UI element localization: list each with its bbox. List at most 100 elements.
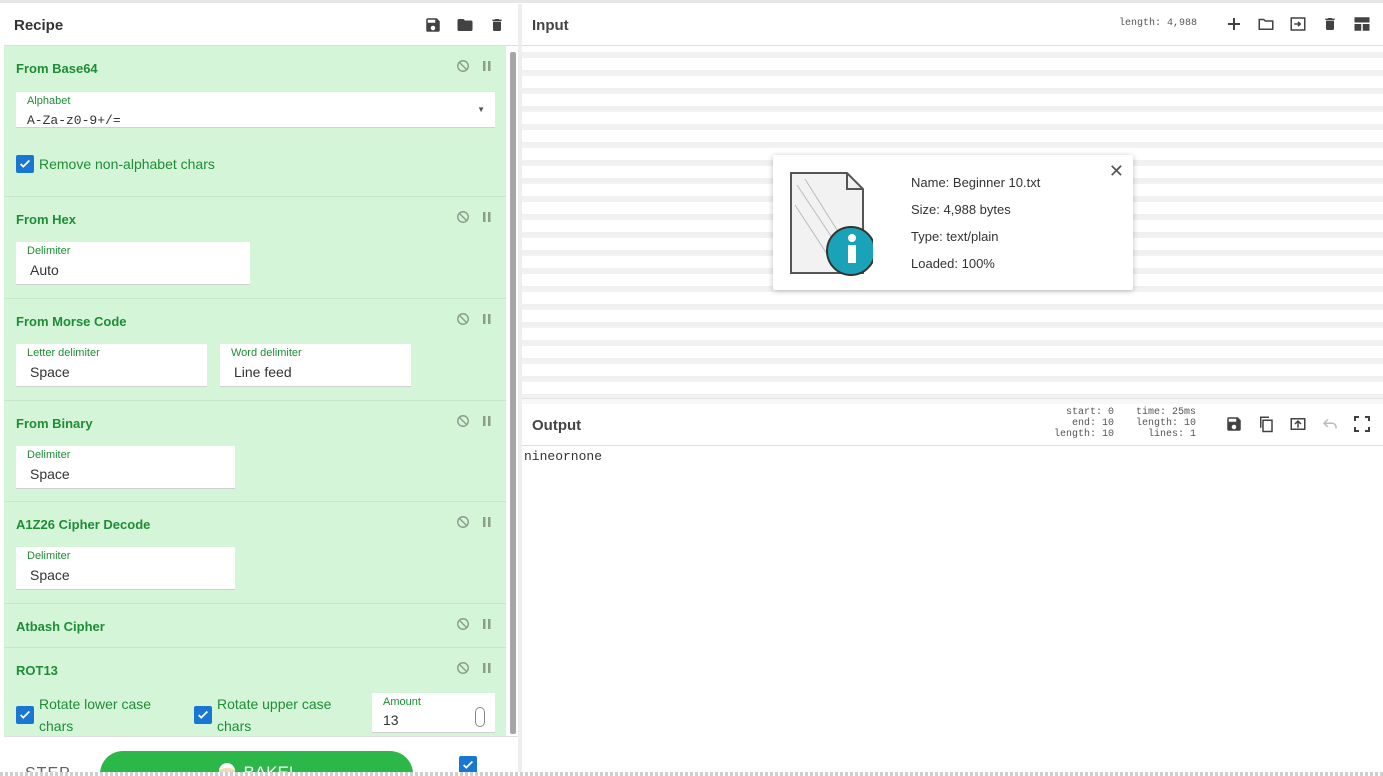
rotate-upper-checkbox[interactable] xyxy=(194,706,212,724)
disable-icon[interactable] xyxy=(456,661,470,680)
disable-icon[interactable] xyxy=(456,617,470,636)
output-bake-stats: time: 25ms length: 10 lines: 1 xyxy=(1124,407,1196,440)
input-header: Input length: 4,988 xyxy=(522,4,1383,46)
op-a1z26-cipher-decode[interactable]: A1Z26 Cipher Decode Delimiter Space xyxy=(4,502,506,604)
reset-layout-icon[interactable] xyxy=(1351,13,1373,35)
output-start: start: 0 xyxy=(1065,407,1114,418)
file-loaded: Loaded: 100% xyxy=(911,256,995,271)
breakpoint-icon[interactable] xyxy=(482,312,492,331)
field-label: Letter delimiter xyxy=(27,347,100,359)
load-recipe-icon[interactable] xyxy=(454,14,476,36)
field-label: Word delimiter xyxy=(231,347,302,359)
open-file-icon[interactable] xyxy=(1287,13,1309,35)
op-title: Atbash Cipher xyxy=(16,619,105,634)
word-delimiter-select[interactable]: Word delimiter Line feed xyxy=(220,344,411,387)
file-info-icon xyxy=(785,165,876,280)
op-title: ROT13 xyxy=(16,663,58,678)
op-from-binary[interactable]: From Binary Delimiter Space xyxy=(4,401,506,502)
copy-icon[interactable] xyxy=(1255,413,1277,435)
op-title: From Base64 xyxy=(16,61,98,76)
op-title: From Hex xyxy=(16,212,76,227)
op-from-morse-code[interactable]: From Morse Code Letter delimiter Space W… xyxy=(4,299,506,401)
dropdown-arrow-icon: ▼ xyxy=(477,105,485,114)
disable-icon[interactable] xyxy=(456,59,470,78)
add-tab-icon[interactable] xyxy=(1223,13,1245,35)
bake-bar: STEP BAKE! xyxy=(4,736,518,776)
undo-icon[interactable] xyxy=(1319,413,1341,435)
output-text[interactable]: nineornone xyxy=(524,449,602,464)
field-label: Amount xyxy=(383,696,421,708)
close-icon[interactable]: ✕ xyxy=(1109,161,1124,182)
field-value: Space xyxy=(30,364,70,380)
input-title: Input xyxy=(532,17,569,34)
recipe-scrollbar[interactable] xyxy=(510,52,516,734)
disable-icon[interactable] xyxy=(456,414,470,433)
op-rot13[interactable]: ROT13 Rotate lower case chars Rotate upp… xyxy=(4,648,506,736)
stepper-icon[interactable] xyxy=(475,707,485,727)
breakpoint-icon[interactable] xyxy=(482,515,492,534)
op-from-base64[interactable]: From Base64 Alphabet A-Za-z0-9+/= ▼ Remo… xyxy=(4,46,506,197)
checkbox-label: Remove non-alphabet chars xyxy=(39,156,215,172)
file-name: Name: Beginner 10.txt xyxy=(911,175,1041,190)
breakpoint-icon[interactable] xyxy=(482,661,492,680)
clear-recipe-icon[interactable] xyxy=(486,14,508,36)
op-title: A1Z26 Cipher Decode xyxy=(16,517,151,532)
disable-icon[interactable] xyxy=(456,515,470,534)
recipe-pane: Recipe From Base64 Alphabet A-Za-z0-9+/=… xyxy=(4,4,518,776)
field-label: Delimiter xyxy=(27,245,71,257)
disable-icon[interactable] xyxy=(456,210,470,229)
top-border xyxy=(0,0,1383,3)
field-value: 13 xyxy=(383,712,399,728)
letter-delimiter-select[interactable]: Letter delimiter Space xyxy=(16,344,207,387)
disable-icon[interactable] xyxy=(456,312,470,331)
alphabet-select[interactable]: Alphabet A-Za-z0-9+/= ▼ xyxy=(16,92,495,128)
op-controls xyxy=(456,617,492,636)
input-toolbar xyxy=(1223,13,1373,35)
op-atbash-cipher[interactable]: Atbash Cipher xyxy=(4,604,506,648)
output-lines: lines: 1 xyxy=(1147,429,1196,440)
maximize-icon[interactable] xyxy=(1351,413,1373,435)
breakpoint-icon[interactable] xyxy=(482,617,492,636)
breakpoint-icon[interactable] xyxy=(482,414,492,433)
output-title: Output xyxy=(532,417,582,434)
breakpoint-icon[interactable] xyxy=(482,210,492,229)
replace-input-icon[interactable] xyxy=(1287,413,1309,435)
remove-non-alphabet-checkbox[interactable] xyxy=(16,155,34,173)
bottom-border xyxy=(0,772,1383,776)
output-length: length: 10 xyxy=(1053,429,1114,440)
file-type: Type: text/plain xyxy=(911,229,999,244)
output-selection-stats: start: 0 end: 10 length: 10 xyxy=(1042,407,1114,440)
breakpoint-icon[interactable] xyxy=(482,59,492,78)
field-label: Alphabet xyxy=(27,95,71,107)
output-total-length: length: 10 xyxy=(1135,418,1196,429)
save-output-icon[interactable] xyxy=(1223,413,1245,435)
rotate-lower-checkbox[interactable] xyxy=(16,706,34,724)
op-controls xyxy=(456,59,492,78)
recipe-list: From Base64 Alphabet A-Za-z0-9+/= ▼ Remo… xyxy=(4,46,506,736)
file-size: Size: 4,988 bytes xyxy=(911,202,1011,217)
open-folder-icon[interactable] xyxy=(1255,13,1277,35)
output-header: Output start: 0 end: 10 length: 10 time:… xyxy=(522,404,1383,446)
input-length: length: 4,988 xyxy=(1118,18,1197,29)
amount-input[interactable]: Amount 13 xyxy=(372,693,495,733)
field-value: Line feed xyxy=(234,364,292,380)
delimiter-select[interactable]: Delimiter Space xyxy=(16,547,235,590)
field-label: Delimiter xyxy=(27,550,71,562)
field-value: Space xyxy=(30,567,70,583)
field-label: Delimiter xyxy=(27,449,71,461)
op-controls xyxy=(456,210,492,229)
clear-input-icon[interactable] xyxy=(1319,13,1341,35)
field-value: A-Za-z0-9+/= xyxy=(27,113,121,128)
output-time: time: 25ms xyxy=(1135,407,1196,418)
op-from-hex[interactable]: From Hex Delimiter Auto xyxy=(4,197,506,299)
op-title: From Binary xyxy=(16,416,93,431)
field-value: Auto xyxy=(30,262,59,278)
recipe-title: Recipe xyxy=(14,17,64,34)
delimiter-select[interactable]: Delimiter Space xyxy=(16,446,235,489)
delimiter-select[interactable]: Delimiter Auto xyxy=(16,242,250,285)
op-controls xyxy=(456,312,492,331)
file-details-popup: Name: Beginner 10.txt Size: 4,988 bytes … xyxy=(773,155,1133,290)
save-recipe-icon[interactable] xyxy=(422,14,444,36)
op-title: From Morse Code xyxy=(16,314,127,329)
recipe-toolbar xyxy=(422,14,508,36)
